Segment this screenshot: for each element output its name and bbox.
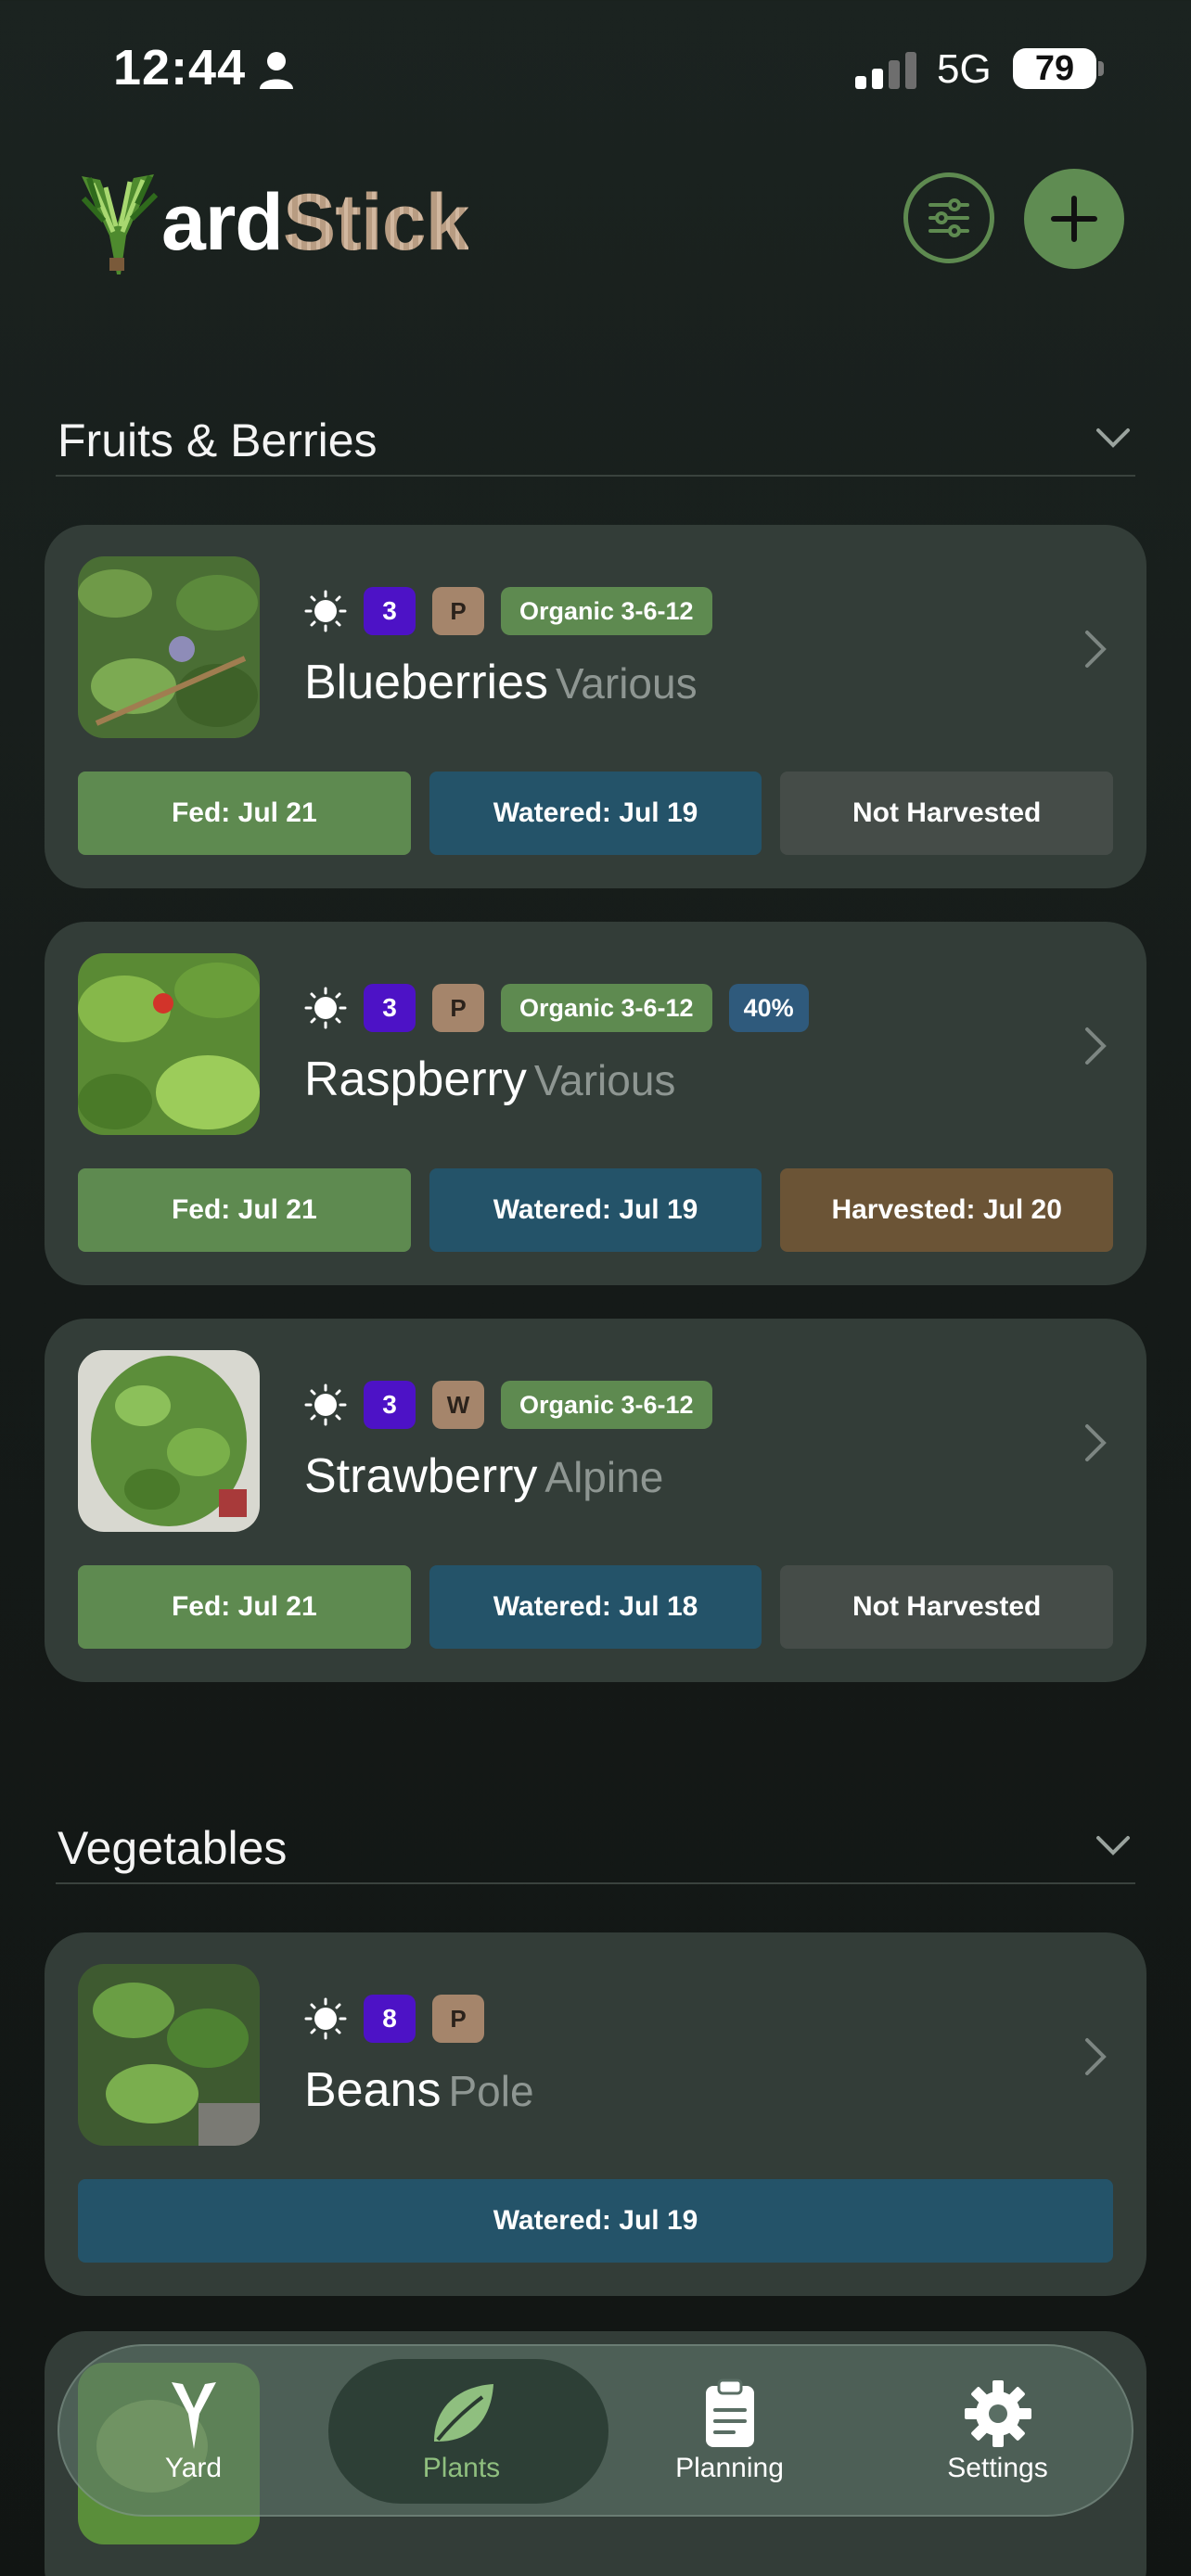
sun-icon	[304, 1384, 347, 1426]
plant-type-badge: P	[432, 1995, 484, 2043]
section-header-fruits[interactable]: Fruits & Berries	[56, 395, 1135, 477]
plant-actions: Fed: Jul 21 Watered: Jul 18 Not Harveste…	[78, 1565, 1114, 1649]
tab-label: Plants	[422, 2453, 501, 2483]
logo-wordmark: ard Stick	[161, 177, 470, 269]
tab-yard[interactable]: Yard	[59, 2346, 327, 2515]
plant-name: Strawberry Alpine	[304, 1448, 663, 1504]
plus-icon	[1051, 196, 1097, 242]
plant-badges: 3 W Organic 3-6-12	[304, 1380, 712, 1430]
tab-plants[interactable]: Plants	[327, 2346, 596, 2515]
plant-name-text: Strawberry	[304, 1449, 538, 1503]
plant-actions: Watered: Jul 19	[78, 2179, 1113, 2263]
plant-card-strawberry[interactable]: 3 W Organic 3-6-12 Strawberry Alpine Fed:…	[45, 1319, 1146, 1682]
sun-level-badge: 3	[364, 1381, 416, 1429]
harvest-button[interactable]: Harvested: Jul 20	[780, 1168, 1114, 1252]
clipboard-icon	[705, 2378, 754, 2447]
plant-photo	[78, 953, 260, 1135]
plant-type-badge: P	[432, 984, 484, 1032]
tab-settings[interactable]: Settings	[864, 2346, 1132, 2515]
tab-bar: Yard Plants Planning Settings	[58, 2344, 1133, 2517]
sun-icon	[304, 987, 347, 1029]
plant-photo	[78, 556, 260, 738]
person-icon	[260, 52, 293, 89]
leaf-icon	[433, 2384, 493, 2442]
section-title: Vegetables	[58, 1822, 288, 1874]
plant-name-text: Beans	[304, 2063, 442, 2117]
network-label: 5G	[937, 46, 992, 92]
section-header-vegetables[interactable]: Vegetables	[56, 1803, 1135, 1884]
plant-badges: 3 P Organic 3-6-12 40%	[304, 983, 809, 1033]
battery-cap	[1098, 61, 1104, 76]
chevron-down-icon[interactable]	[1095, 1832, 1132, 1858]
sun-level-badge: 8	[364, 1995, 416, 2043]
app-logo: ard Stick	[72, 167, 470, 278]
plant-badges: 8 P	[304, 1994, 484, 2044]
plant-card-beans[interactable]: 8 P Beans Pole Watered: Jul 19	[45, 1932, 1146, 2296]
chevron-right-icon	[1085, 631, 1107, 668]
fed-button[interactable]: Fed: Jul 21	[78, 1565, 411, 1649]
plant-card-blueberries[interactable]: 3 P Organic 3-6-12 Blueberries Various Fe…	[45, 525, 1146, 888]
plant-card-raspberry[interactable]: 3 P Organic 3-6-12 40% Raspberry Various …	[45, 922, 1146, 1285]
fertilizer-badge: Organic 3-6-12	[501, 984, 712, 1032]
plant-name: Raspberry Various	[304, 1052, 675, 1107]
chevron-down-icon[interactable]	[1095, 425, 1132, 451]
logo-part1: ard	[161, 177, 284, 267]
filter-button[interactable]	[903, 172, 994, 263]
watered-button[interactable]: Watered: Jul 19	[429, 1168, 762, 1252]
plant-photo	[78, 1964, 260, 2146]
yard-icon	[171, 2382, 216, 2449]
logo-part2: Stick	[282, 177, 470, 267]
plant-type-badge: W	[432, 1381, 484, 1429]
app-header: ard Stick	[0, 158, 1191, 278]
plant-photo	[78, 1350, 260, 1532]
fertilizer-badge: Organic 3-6-12	[501, 1381, 712, 1429]
plant-name-text: Raspberry	[304, 1052, 527, 1106]
fertilizer-badge: Organic 3-6-12	[501, 587, 712, 635]
fed-button[interactable]: Fed: Jul 21	[78, 772, 411, 855]
sun-icon	[304, 1997, 347, 2040]
watered-button[interactable]: Watered: Jul 19	[429, 772, 762, 855]
section-title: Fruits & Berries	[58, 414, 378, 466]
tab-label: Planning	[675, 2453, 784, 2483]
signal-icon	[855, 52, 916, 89]
percent-badge: 40%	[728, 984, 809, 1032]
grass-y-logo-icon	[81, 174, 159, 274]
plant-variety: Various	[533, 1056, 676, 1104]
plant-variety: Pole	[448, 2067, 534, 2115]
tab-planning[interactable]: Planning	[596, 2346, 864, 2515]
plant-name: Blueberries Various	[304, 655, 698, 710]
plant-name-text: Blueberries	[304, 656, 549, 709]
sun-icon	[304, 590, 347, 632]
status-bar: 12:44 5G 79	[0, 0, 1191, 139]
plant-actions: Fed: Jul 21 Watered: Jul 19 Not Harveste…	[78, 772, 1114, 855]
plant-variety: Various	[556, 659, 698, 708]
add-plant-button[interactable]	[1024, 169, 1124, 269]
status-time: 12:44	[113, 40, 247, 96]
plant-badges: 3 P Organic 3-6-12	[304, 586, 712, 636]
battery-indicator: 79	[1013, 48, 1096, 89]
watered-button[interactable]: Watered: Jul 18	[429, 1565, 762, 1649]
plant-type-badge: P	[432, 587, 484, 635]
tab-label: Settings	[947, 2453, 1048, 2483]
sliders-icon	[928, 198, 969, 237]
plant-variety: Alpine	[544, 1453, 664, 1501]
tab-label: Yard	[164, 2453, 223, 2483]
sun-level-badge: 3	[364, 984, 416, 1032]
sun-level-badge: 3	[364, 587, 416, 635]
harvest-button[interactable]: Not Harvested	[780, 772, 1114, 855]
chevron-right-icon	[1085, 1027, 1107, 1065]
chevron-right-icon	[1085, 1424, 1107, 1461]
plant-name: Beans Pole	[304, 2062, 534, 2118]
chevron-right-icon	[1085, 2038, 1107, 2075]
gear-icon	[964, 2380, 1031, 2447]
plant-actions: Fed: Jul 21 Watered: Jul 19 Harvested: J…	[78, 1168, 1114, 1252]
fed-button[interactable]: Fed: Jul 21	[78, 1168, 411, 1252]
harvest-button[interactable]: Not Harvested	[780, 1565, 1114, 1649]
watered-button[interactable]: Watered: Jul 19	[78, 2179, 1113, 2263]
